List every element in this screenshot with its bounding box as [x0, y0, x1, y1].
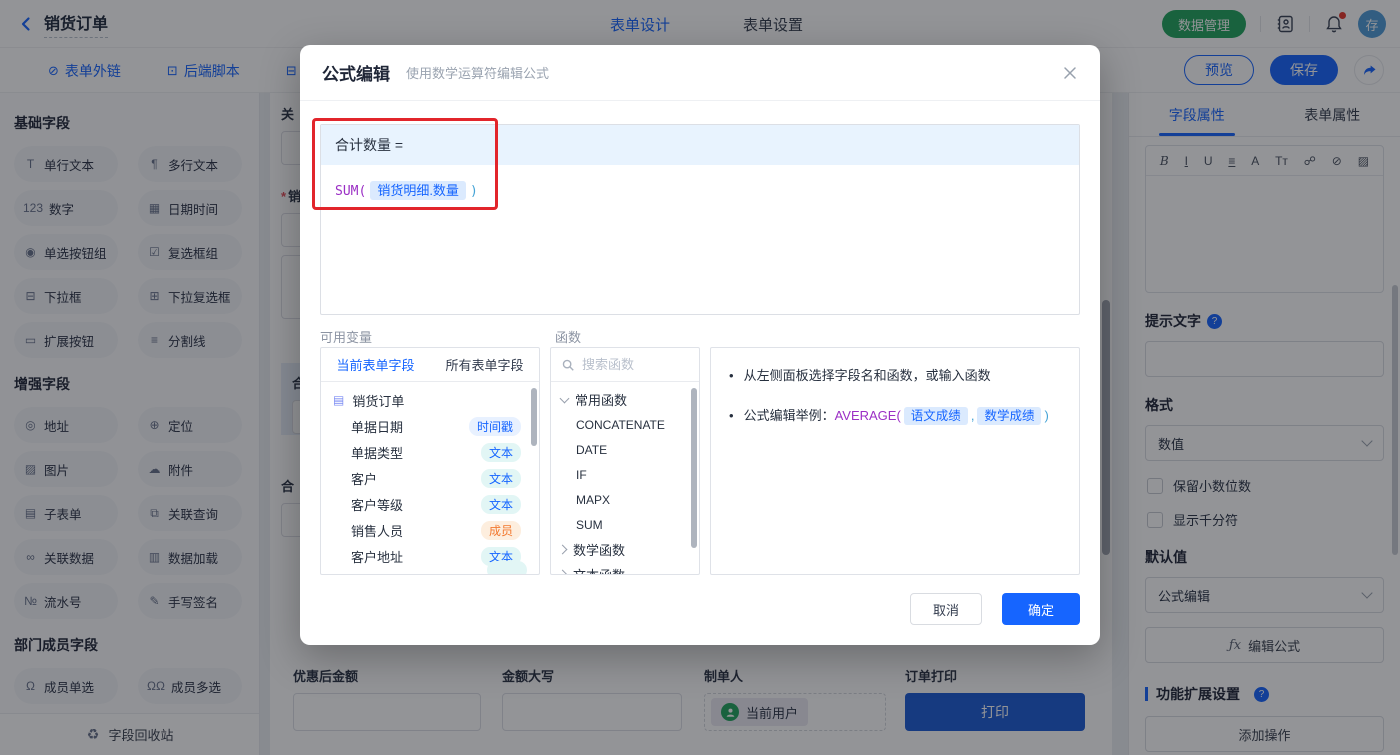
variables-scrollbar[interactable] [531, 388, 537, 446]
example-close-paren: ) [1044, 408, 1048, 423]
function-group-text[interactable]: 文本函数 [551, 562, 699, 575]
functions-scrollbar[interactable] [691, 388, 697, 548]
function-group-math[interactable]: 数学函数 [551, 537, 699, 562]
variable-field-name: 客户 [351, 469, 377, 488]
function-item[interactable]: DATE [551, 437, 699, 462]
modal-title: 公式编辑 [322, 60, 390, 85]
function-item[interactable]: CONCATENATE [551, 412, 699, 437]
function-item[interactable]: SUM [551, 512, 699, 537]
chevron-right-icon [558, 545, 568, 555]
form-icon: ▤ [333, 393, 344, 407]
field-type-badge: 文本 [481, 469, 521, 488]
field-type-badge: 成员 [481, 521, 521, 540]
variables-form-row[interactable]: ▤ 销货订单 [321, 387, 539, 413]
help-tip-1: 从左侧面板选择字段名和函数，或输入函数 [729, 366, 1061, 387]
chevron-right-icon [558, 570, 568, 575]
help-panel: 从左侧面板选择字段名和函数，或输入函数 公式编辑举例：AVERAGE(语文成绩,… [710, 347, 1080, 575]
formula-target: 合计数量 = [321, 125, 1079, 165]
variable-field-name: 单据类型 [351, 443, 403, 462]
field-type-badge: 文本 [481, 495, 521, 514]
formula-editor-modal: 公式编辑 使用数学运算符编辑公式 合计数量 = SUM( 销货明细.数量) 可用变… [300, 45, 1100, 645]
formula-input-area[interactable]: 合计数量 = SUM( 销货明细.数量) [320, 124, 1080, 315]
function-search[interactable] [551, 348, 699, 382]
chevron-down-icon [560, 393, 570, 403]
variables-label: 可用变量 [320, 327, 372, 346]
field-type-badge: 时间戳 [469, 417, 521, 436]
function-item[interactable]: MAPX [551, 487, 699, 512]
functions-label: 函数 [555, 327, 581, 346]
search-icon [561, 358, 575, 372]
function-search-input[interactable] [582, 357, 682, 372]
variable-field-name: 销售人员 [351, 521, 403, 540]
field-chip[interactable]: 销货明细.数量 [370, 181, 466, 200]
example-comma: , [971, 408, 975, 423]
variables-panel: 当前表单字段 所有表单字段 ▤ 销货订单 单据日期 时间戳 [320, 347, 540, 575]
close-icon [1062, 65, 1078, 81]
example-field-chip: 数学成绩 [977, 407, 1041, 425]
example-field-chip: 语文成绩 [904, 407, 968, 425]
variable-field-name: 客户等级 [351, 495, 403, 514]
variable-field-row[interactable]: 客户等级 文本 [321, 491, 539, 517]
close-button[interactable] [1062, 65, 1078, 81]
function-name: SUM( [335, 184, 366, 199]
functions-panel: 常用函数 CONCATENATE DATE IF [550, 347, 700, 575]
function-group-common[interactable]: 常用函数 [551, 387, 699, 412]
modal-subtitle: 使用数学运算符编辑公式 [406, 63, 549, 82]
variable-field-name: 单据日期 [351, 417, 403, 436]
variable-field-row[interactable]: 客户 文本 [321, 465, 539, 491]
help-tip-2: 公式编辑举例：AVERAGE(语文成绩,数学成绩) [729, 406, 1061, 427]
variable-field-row[interactable]: 销售人员 成员 [321, 517, 539, 543]
next-field-badge-partial [487, 561, 527, 575]
tab-current-form-fields[interactable]: 当前表单字段 [321, 348, 430, 381]
variable-field-row[interactable]: 单据日期 时间戳 [321, 413, 539, 439]
field-type-badge: 文本 [481, 443, 521, 462]
variable-field-name: 客户地址 [351, 547, 403, 566]
formula-expression[interactable]: SUM( 销货明细.数量) [321, 165, 1079, 214]
example-function: AVERAGE( [835, 408, 901, 423]
confirm-button[interactable]: 确定 [1002, 593, 1080, 625]
variable-field-row[interactable]: 单据类型 文本 [321, 439, 539, 465]
example-prefix: 公式编辑举例： [744, 408, 835, 423]
tab-all-form-fields[interactable]: 所有表单字段 [430, 348, 539, 381]
cancel-button[interactable]: 取消 [910, 593, 982, 625]
function-item[interactable]: IF [551, 462, 699, 487]
app-root: 销货订单 表单设计 表单设置 数据管理 存 ⊘ 表单 [0, 0, 1400, 755]
close-paren: ) [470, 184, 478, 199]
